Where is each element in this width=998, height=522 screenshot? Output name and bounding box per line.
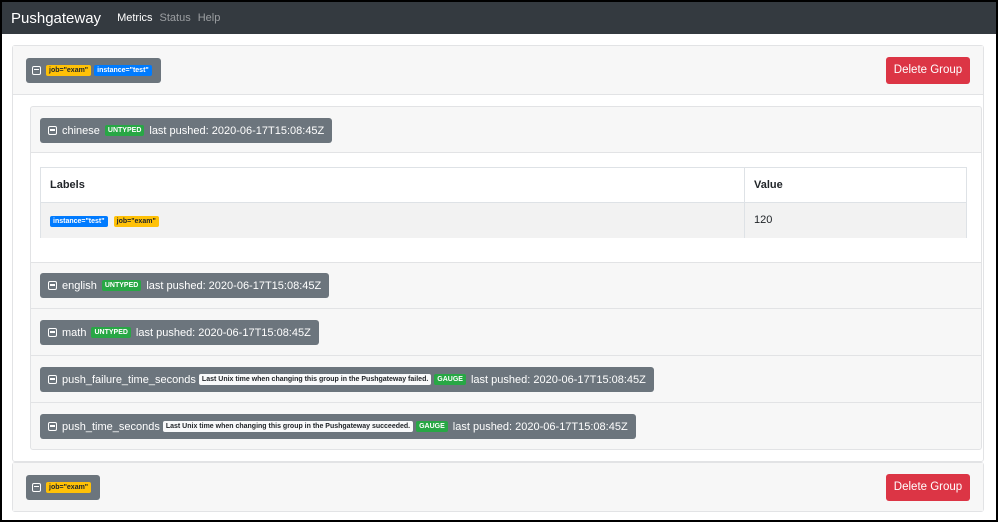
page: Pushgateway Metrics Status Help job="exa…: [2, 2, 996, 520]
last-pushed-text: last pushed: 2020-06-17T15:08:45Z: [149, 124, 325, 137]
metric-name: english: [62, 279, 97, 292]
plus-square-icon: [32, 482, 41, 492]
nav-link-metrics[interactable]: Metrics: [117, 12, 152, 24]
table-row: instance="test" job="exam" 120: [40, 202, 967, 238]
row-value-cell: 120: [744, 202, 967, 238]
navbar: Pushgateway Metrics Status Help: [2, 2, 996, 34]
group-header: job="exam" Delete Group: [13, 463, 983, 511]
label-badge-instance: instance="test": [94, 64, 152, 76]
navbar-brand[interactable]: Pushgateway: [11, 10, 101, 27]
plus-square-icon: [48, 281, 57, 290]
metric-toggle-button[interactable]: chinese UNTYPED last pushed: 2020-06-17T…: [40, 118, 333, 143]
metric-type-badge: UNTYPED: [101, 280, 142, 291]
label-badge-job: job="exam": [46, 64, 92, 76]
nav-link-help[interactable]: Help: [198, 12, 221, 24]
nav-link-status[interactable]: Status: [160, 12, 191, 24]
group-toggle-button[interactable]: job="exam" instance="test": [26, 57, 161, 83]
divider: [31, 402, 981, 403]
metric-toggle-button[interactable]: math UNTYPED last pushed: 2020-06-17T15:…: [40, 320, 319, 345]
divider: [31, 308, 981, 309]
divider: [31, 262, 981, 263]
metric-item-math: math UNTYPED last pushed: 2020-06-17T15:…: [40, 320, 319, 345]
metric-item-chinese: chinese UNTYPED last pushed: 2020-06-17T…: [40, 118, 333, 143]
plus-square-icon: [48, 328, 57, 337]
last-pushed-text: last pushed: 2020-06-17T15:08:45Z: [146, 279, 322, 292]
metric-help-badge: Last Unix time when changing this group …: [198, 374, 432, 385]
metric-toggle-button[interactable]: english UNTYPED last pushed: 2020-06-17T…: [40, 273, 330, 298]
metric-toggle-button[interactable]: push_time_seconds Last Unix time when ch…: [40, 414, 636, 439]
metric-type-badge: GAUGE: [434, 374, 466, 385]
label-badge-job: job="exam": [46, 481, 92, 493]
group-header: job="exam" instance="test" Delete Group: [13, 46, 983, 95]
metric-table: Labels Value instance="test" job="exam" …: [40, 167, 967, 238]
metric-type-badge: UNTYPED: [91, 327, 131, 338]
metric-name: math: [62, 326, 87, 339]
minus-square-icon: [32, 65, 41, 75]
metric-name: push_failure_time_seconds: [62, 373, 196, 386]
column-header-value: Value: [744, 167, 967, 203]
group-toggle-button[interactable]: job="exam": [26, 474, 101, 500]
label-badge-job: job="exam": [113, 215, 159, 227]
metric-group: job="exam" Delete Group: [12, 462, 984, 512]
metric-item-push-failure-time-seconds: push_failure_time_seconds Last Unix time…: [40, 367, 654, 392]
metric-name: chinese: [62, 124, 100, 137]
plus-square-icon: [48, 375, 57, 384]
last-pushed-text: last pushed: 2020-06-17T15:08:45Z: [470, 373, 646, 386]
delete-group-button[interactable]: Delete Group: [886, 473, 970, 501]
metric-type-badge: UNTYPED: [104, 125, 145, 136]
label-badge-instance: instance="test": [50, 215, 108, 227]
column-header-labels: Labels: [40, 167, 745, 203]
last-pushed-text: last pushed: 2020-06-17T15:08:45Z: [135, 326, 311, 339]
row-labels-cell: instance="test" job="exam": [40, 202, 745, 238]
metric-toggle-button[interactable]: push_failure_time_seconds Last Unix time…: [40, 367, 654, 392]
metric-item-push-time-seconds: push_time_seconds Last Unix time when ch…: [40, 414, 636, 439]
metric-help-badge: Last Unix time when changing this group …: [162, 421, 414, 432]
metric-name: push_time_seconds: [62, 420, 160, 433]
metric-item-english: english UNTYPED last pushed: 2020-06-17T…: [40, 273, 330, 298]
last-pushed-text: last pushed: 2020-06-17T15:08:45Z: [452, 420, 628, 433]
delete-group-button[interactable]: Delete Group: [886, 56, 970, 84]
divider: [31, 355, 981, 356]
metric-type-badge: GAUGE: [416, 421, 448, 432]
minus-square-icon: [48, 126, 57, 135]
plus-square-icon: [48, 422, 57, 431]
